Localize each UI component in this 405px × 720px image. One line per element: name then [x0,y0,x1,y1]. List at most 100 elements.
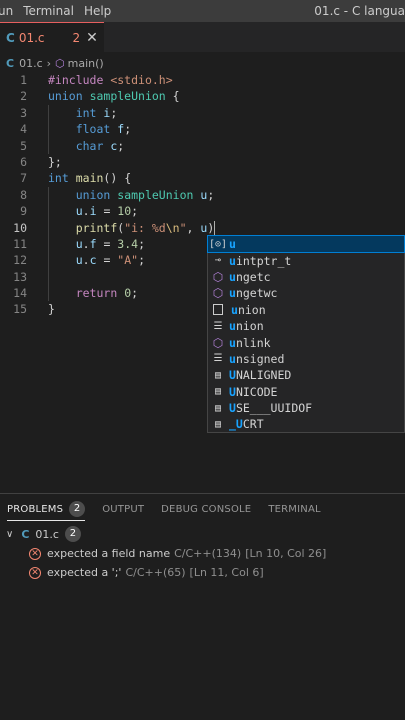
macro-icon: ▤ [214,369,222,381]
menu-item-help[interactable]: Help [79,4,116,18]
suggestion-item[interactable]: ⬡ u ngetwc [208,285,404,301]
function-icon: ⬡ [55,56,65,70]
line-number: 15 [13,302,27,317]
keyword-icon: ☰ [213,320,223,332]
code-line[interactable]: 8 union sampleUnion u; [0,186,405,204]
chevron-right-icon: › [46,56,52,70]
suggestion-item[interactable]: ▤ U NALIGNED [208,367,404,383]
tab-terminal[interactable]: TERMINAL [268,494,320,524]
code-line[interactable]: 9 u.i = 10; [0,203,405,220]
editor-tab-bar: C 01.c 2 ✕ [0,22,405,52]
code-text: printf("i: %d\n", u) [75,220,216,236]
code-text: float f; [75,122,132,137]
error-icon: ✕ [29,566,41,579]
problems-count-badge: 2 [69,501,86,517]
typedef-icon: ⊸ [214,255,222,267]
code-text: #include <stdio.h> [48,73,173,87]
code-text: int main() { [48,171,132,186]
line-number: 1 [20,73,27,87]
file-problem-count-badge: 2 [64,526,81,542]
suggestion-item[interactable]: [⊙] u [207,234,405,254]
problems-list: ∨ C 01.c 2 ✕ expected a field name C/C++… [0,524,405,582]
breadcrumb-file[interactable]: 01.c [19,57,43,70]
code-text: } [48,302,55,317]
suggestion-item[interactable]: ⊸ u intptr_t [208,252,404,268]
autocomplete-list: [⊙] u ⊸ u intptr_t ⬡ u ngetc ⬡ u ngetwc u nion ☰… [207,234,405,433]
problem-source: C/C++(65) [125,566,186,579]
c-file-icon: C [6,30,15,45]
suggestion-item[interactable]: ⬡ u nlink [208,334,404,350]
panel-tab-bar: PROBLEMS 2 OUTPUT DEBUG CONSOLE TERMINAL [0,494,405,524]
line-number: 7 [20,171,27,186]
code-text: u.c = "A"; [75,253,146,268]
tab-problem-count: 2 [72,30,81,45]
menu-item-run[interactable]: un [0,4,18,18]
code-line[interactable]: 5 char c; [0,137,405,154]
suggestion-item[interactable]: ☰ u nion [208,318,404,334]
breadcrumb-symbol[interactable]: main() [68,57,104,70]
problem-message: expected a field name [47,547,171,560]
c-file-icon: C [6,56,15,70]
problems-file-name: 01.c [35,527,59,541]
code-line[interactable]: 3 int i; [0,104,405,122]
code-line[interactable]: 1 #include <stdio.h> [0,72,405,88]
macro-icon: ▤ [214,418,222,430]
function-icon: ⬡ [212,269,224,284]
tab-output[interactable]: OUTPUT [102,494,144,524]
code-line[interactable]: 4 float f; [0,121,405,138]
close-icon[interactable]: ✕ [86,30,98,46]
window-title: 01.c - C langua [314,4,405,18]
line-number: 6 [20,154,27,169]
variable-icon: [⊙] [208,238,228,250]
problems-file-row[interactable]: ∨ C 01.c 2 [0,524,405,544]
line-number: 5 [20,138,27,153]
code-line[interactable]: 2 union sampleUnion { [0,88,405,104]
suggestion-item[interactable]: ▤ U NICODE [208,384,404,400]
problem-location: [Ln 10, Col 26] [245,547,327,560]
line-number: 10 [13,220,27,235]
code-line[interactable]: 6}; [0,154,405,170]
c-file-icon: C [21,527,30,541]
code-text: union sampleUnion u; [75,187,215,202]
breadcrumb: C 01.c › ⬡ main() [0,53,405,73]
code-text: }; [48,154,62,169]
chevron-down-icon[interactable]: ∨ [6,529,13,540]
code-text: return 0; [75,286,139,301]
problem-location: [Ln 11, Col 6] [189,566,264,579]
bottom-panel: PROBLEMS 2 OUTPUT DEBUG CONSOLE TERMINAL … [0,493,405,720]
line-number: 3 [20,105,27,120]
problem-message: expected a ';' [47,566,122,579]
problem-source: C/C++(134) [174,547,242,560]
code-text: u.f = 3.4; [75,236,146,251]
line-number: 12 [13,253,27,268]
suggestion-item[interactable]: ▤ U SE___UUIDOF [208,400,404,416]
keyword-icon: ☰ [213,353,223,365]
line-number: 9 [20,204,27,219]
code-text: u.i = 10; [75,204,139,219]
macro-icon: ▤ [214,386,222,398]
error-icon: ✕ [29,547,41,560]
problem-item[interactable]: ✕ expected a field name C/C++(134) [Ln 1… [0,544,405,563]
code-text: int i; [75,105,118,120]
macro-icon: ▤ [214,402,222,414]
suggestion-item[interactable]: u nion [208,302,404,318]
tab-01c[interactable]: C 01.c 2 ✕ [0,22,104,52]
line-number: 8 [20,187,27,202]
suggestion-item[interactable]: ⬡ u ngetc [208,269,404,285]
code-line-current[interactable]: 10 printf("i: %d\n", u) [0,219,405,236]
tab-problems[interactable]: PROBLEMS 2 [7,494,86,524]
line-number: 11 [13,236,27,251]
line-number: 14 [13,286,27,301]
code-text: union sampleUnion { [48,89,180,104]
problem-item[interactable]: ✕ expected a ';' C/C++(65) [Ln 11, Col 6… [0,563,405,582]
tab-label: 01.c [18,30,45,45]
code-text: char c; [75,138,125,153]
tab-debug-console[interactable]: DEBUG CONSOLE [161,494,251,524]
menu-bar: un Terminal Help 01.c - C langua [0,0,405,22]
line-number: 4 [20,122,27,137]
menu-item-terminal[interactable]: Terminal [18,4,79,18]
suggestion-item[interactable]: ☰ u nsigned [208,351,404,367]
suggestion-item[interactable]: ▤ _U CRT [208,416,404,432]
function-icon: ⬡ [212,335,224,350]
code-line[interactable]: 7 int main() { [0,170,405,186]
